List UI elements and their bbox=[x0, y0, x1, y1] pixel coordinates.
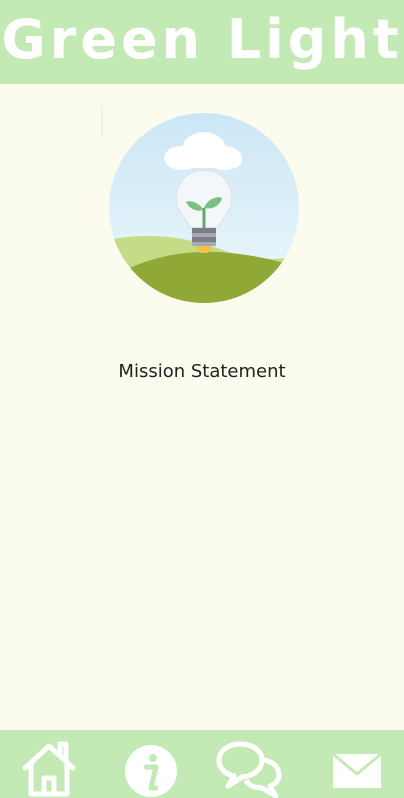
mail-icon[interactable] bbox=[330, 738, 384, 798]
hero-illustration bbox=[109, 113, 299, 303]
info-icon[interactable] bbox=[122, 738, 180, 798]
main-content: Mission Statement bbox=[0, 84, 404, 730]
chat-bubbles-icon[interactable] bbox=[214, 738, 284, 798]
mission-statement-link[interactable]: Mission Statement bbox=[0, 361, 404, 382]
app-header: Green Light bbox=[0, 0, 404, 84]
bottom-nav bbox=[0, 730, 404, 798]
decorative-mark bbox=[101, 106, 103, 136]
home-icon[interactable] bbox=[20, 738, 78, 798]
app-title: Green Light bbox=[1, 8, 403, 71]
